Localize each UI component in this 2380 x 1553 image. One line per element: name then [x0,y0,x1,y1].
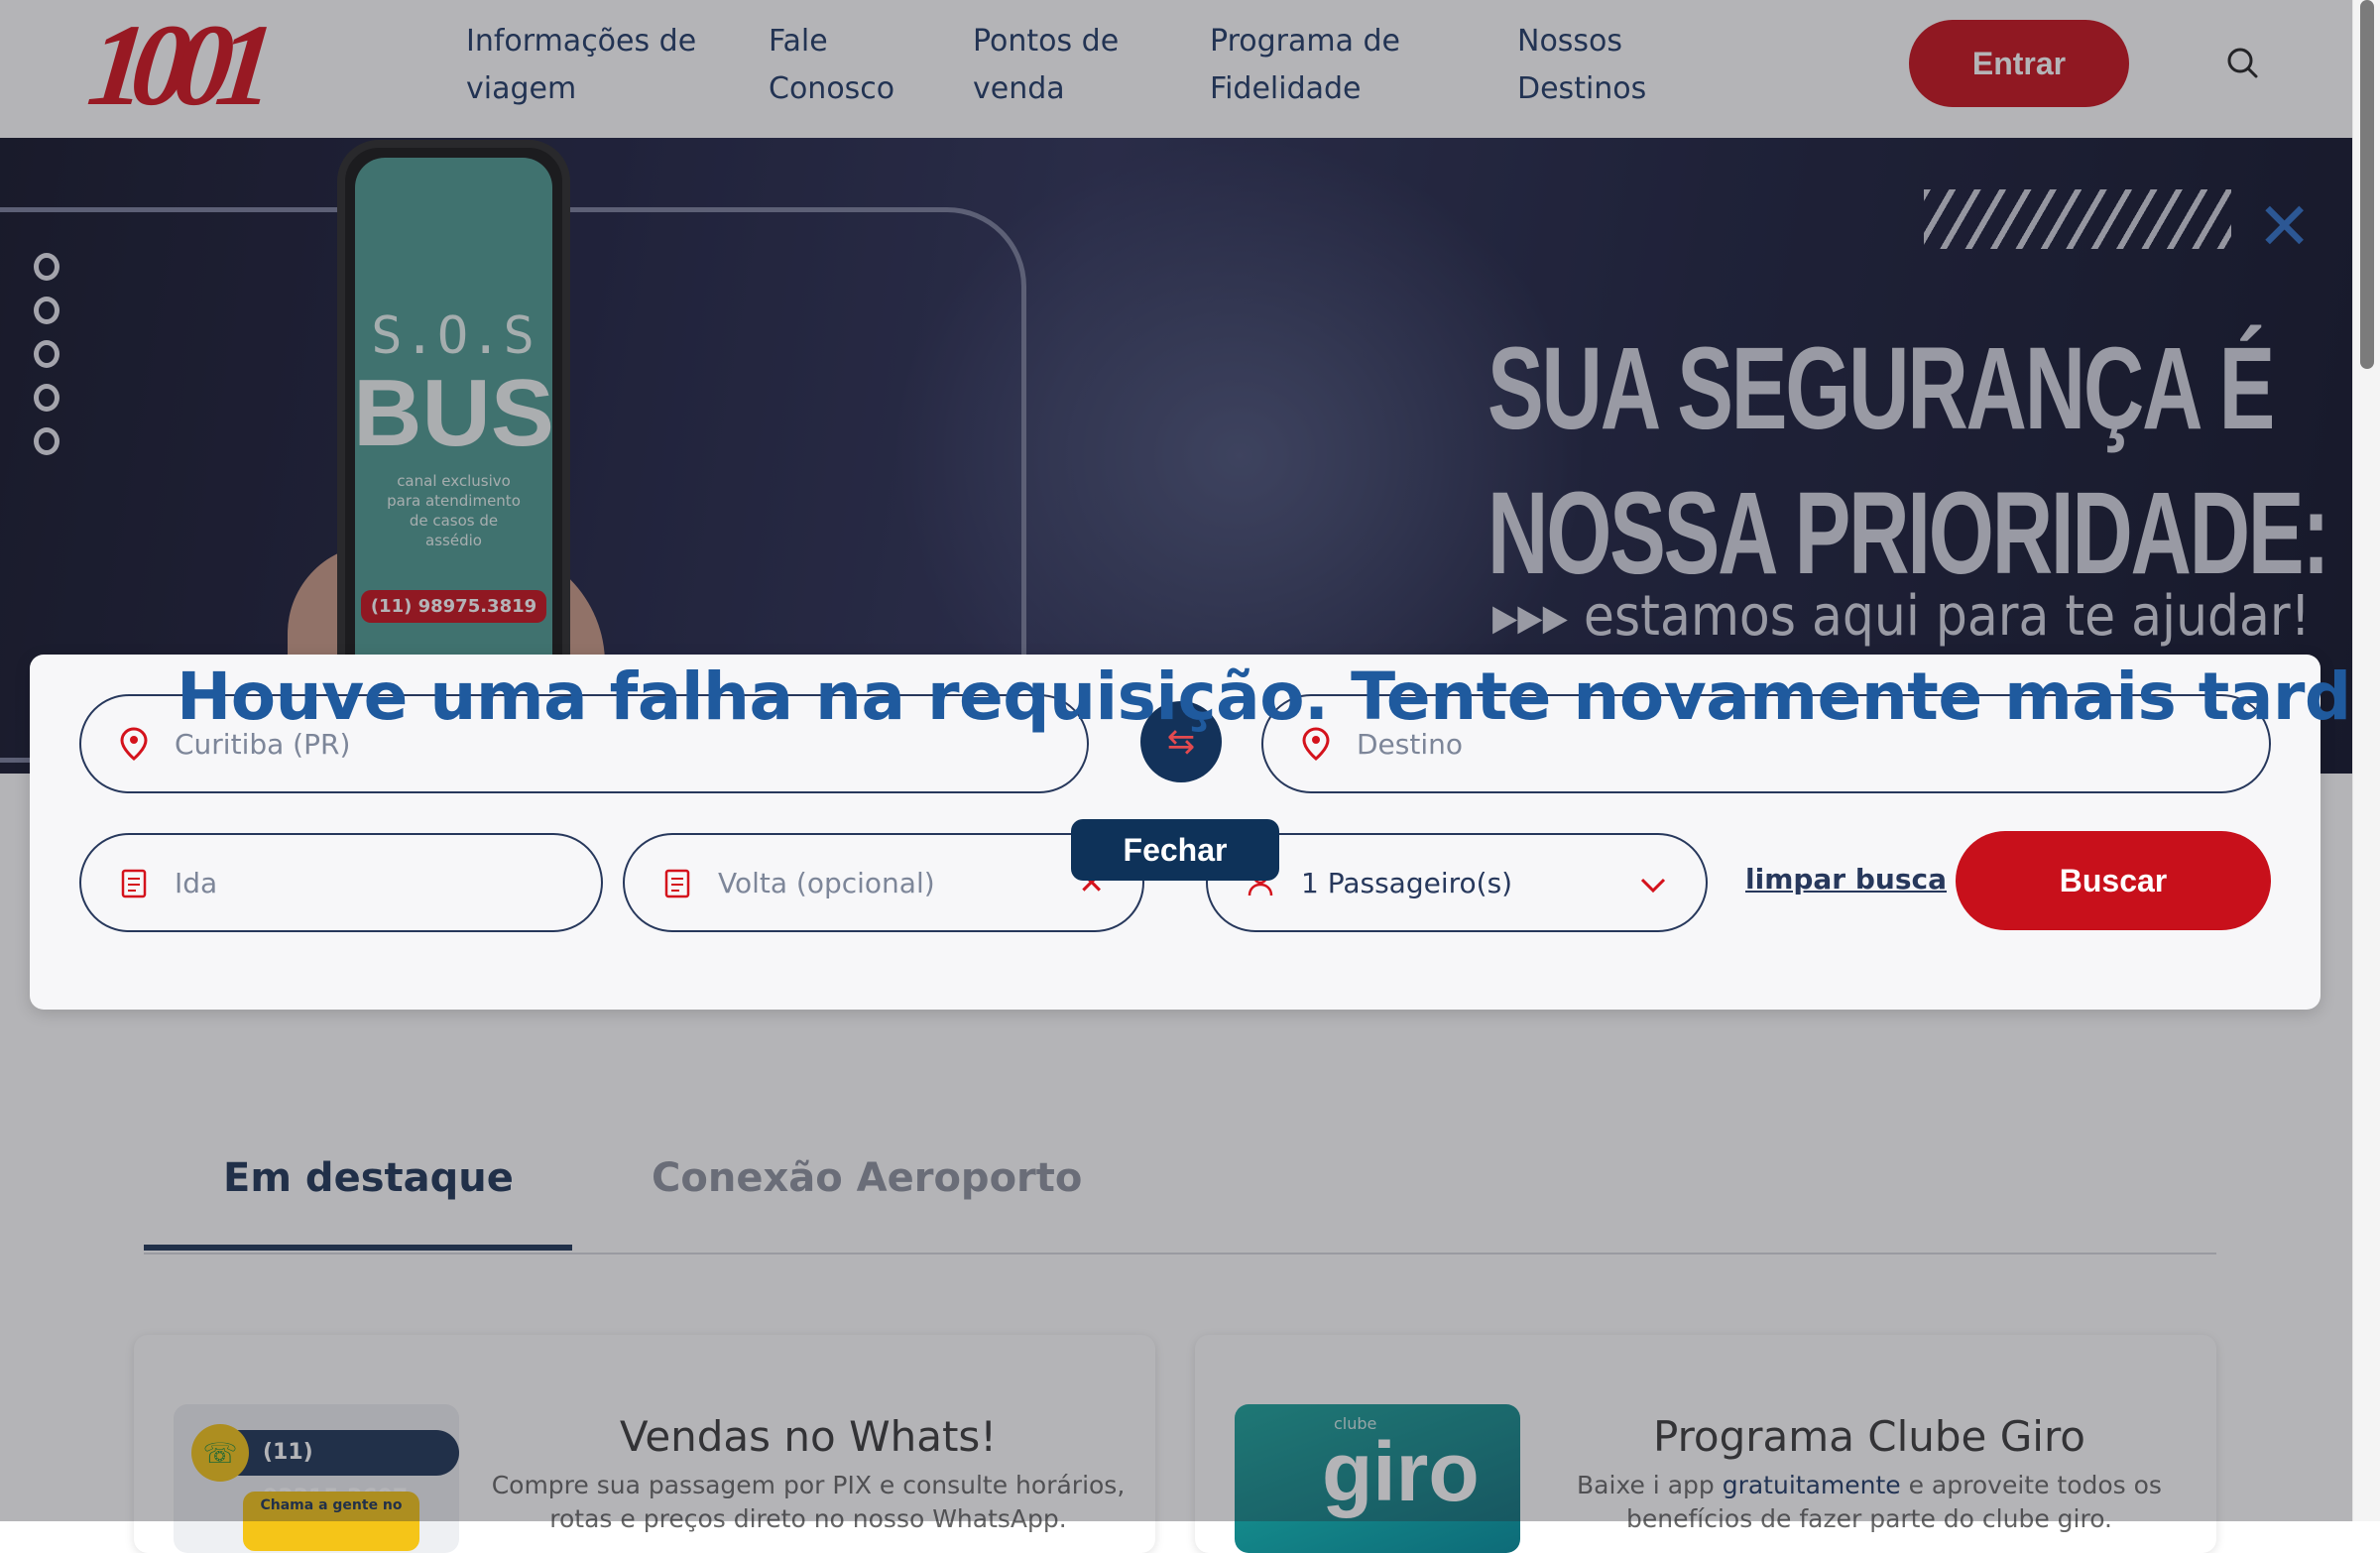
calendar-icon [662,866,692,899]
return-placeholder: Volta (opcional) [718,866,935,899]
passengers-select[interactable]: 1 Passageiro(s) [1206,833,1708,932]
error-message: Houve uma falha na requisição. Tente nov… [177,658,2380,735]
location-pin-icon [119,727,149,761]
passengers-value: 1 Passageiro(s) [1301,866,1513,899]
chevron-down-icon [1640,869,1666,901]
departure-date-field[interactable]: Ida [79,833,603,932]
calendar-icon [119,866,149,899]
buscar-button[interactable]: Buscar [1956,831,2271,930]
clear-search-link[interactable]: limpar busca [1745,863,1947,896]
fechar-button[interactable]: Fechar [1071,819,1279,881]
return-date-field[interactable]: Volta (opcional) ✕ [623,833,1144,932]
scrollbar-thumb[interactable] [2360,0,2374,369]
departure-placeholder: Ida [175,866,218,899]
